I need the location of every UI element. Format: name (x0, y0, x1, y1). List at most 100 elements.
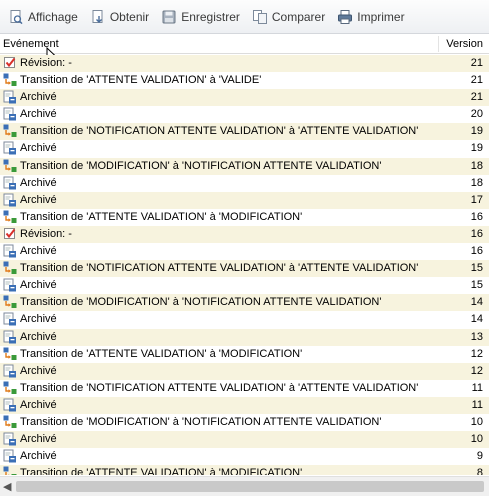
workflow-transition-icon (3, 210, 17, 224)
scroll-left-arrow-icon[interactable]: ◀ (3, 480, 11, 493)
event-text: Transition de 'MODIFICATION' à 'NOTIFICA… (20, 159, 382, 172)
archive-document-icon (3, 312, 17, 326)
version-number: 14 (470, 313, 483, 326)
revision-check-icon (3, 56, 17, 70)
list-row[interactable]: Transition de 'NOTIFICATION ATTENTE VALI… (0, 260, 489, 278)
version-number: 19 (470, 125, 483, 138)
list-row[interactable]: Transition de 'MODIFICATION' à 'NOTIFICA… (0, 294, 489, 312)
version-number: 16 (470, 227, 483, 240)
event-text: Archivé (20, 245, 57, 258)
list-row[interactable]: Archivé 19 (0, 140, 489, 157)
version-number: 18 (470, 176, 483, 189)
list-row[interactable]: Transition de 'ATTENTE VALIDATION' à 'MO… (0, 346, 489, 363)
archive-document-icon (3, 398, 17, 412)
list-row[interactable]: Archivé 9 (0, 448, 489, 465)
archive-document-icon (3, 244, 17, 258)
version-number: 21 (470, 57, 483, 69)
workflow-transition-icon (3, 159, 17, 173)
event-text: Transition de 'ATTENTE VALIDATION' à 'VA… (20, 74, 262, 87)
version-number: 11 (471, 398, 483, 411)
version-number: 15 (470, 262, 483, 275)
column-divider[interactable] (438, 36, 439, 52)
event-text: Archivé (20, 364, 57, 377)
archive-document-icon (3, 141, 17, 155)
list-row[interactable]: Archivé 12 (0, 362, 489, 380)
list-row[interactable]: Transition de 'ATTENTE VALIDATION' à 'MO… (0, 209, 489, 226)
toolbar: Affichage Obtenir Enregistrer Comparer I… (0, 0, 489, 34)
event-text: Transition de 'MODIFICATION' à 'NOTIFICA… (20, 415, 382, 428)
version-number: 16 (470, 210, 483, 223)
version-number: 17 (470, 193, 483, 206)
event-text: Transition de 'NOTIFICATION ATTENTE VALI… (20, 381, 419, 394)
workflow-transition-icon (3, 295, 17, 309)
view-button[interactable]: Affichage (6, 6, 84, 28)
print-button[interactable]: Imprimer (335, 6, 410, 28)
version-number: 20 (470, 108, 483, 121)
list-row[interactable]: Transition de 'ATTENTE VALIDATION' à 'VA… (0, 72, 489, 89)
version-number: 10 (470, 433, 483, 446)
get-button-label: Obtenir (109, 9, 150, 24)
list-row[interactable]: Archivé 16 (0, 243, 489, 260)
archive-document-icon (3, 193, 17, 207)
save-button-label: Enregistrer (181, 9, 240, 24)
view-page-icon (8, 9, 24, 25)
version-number: 10 (470, 415, 483, 428)
list-row[interactable]: Archivé 14 (0, 311, 489, 328)
list-row[interactable]: Transition de 'MODIFICATION' à 'NOTIFICA… (0, 157, 489, 175)
event-text: Archivé (20, 398, 57, 411)
event-text: Transition de 'ATTENTE VALIDATION' à 'MO… (20, 210, 303, 223)
compare-button[interactable]: Comparer (250, 6, 331, 28)
compare-button-label: Comparer (271, 9, 326, 24)
event-text: Archivé (20, 279, 57, 292)
list-row[interactable]: Révision: - 16 (0, 225, 489, 244)
event-text: Archivé (20, 433, 57, 446)
version-number: 21 (470, 74, 483, 87)
version-number: 11 (471, 381, 483, 394)
event-text: Archivé (20, 330, 57, 343)
version-number: 14 (470, 296, 483, 309)
event-text: Transition de 'MODIFICATION' à 'NOTIFICA… (20, 296, 382, 309)
get-button[interactable]: Obtenir (88, 6, 155, 28)
event-text: Révision: - (20, 227, 72, 240)
archive-document-icon (3, 107, 17, 121)
list-row[interactable]: Transition de 'NOTIFICATION ATTENTE VALI… (0, 380, 489, 397)
event-text: Archivé (20, 193, 57, 206)
version-number: 13 (470, 330, 483, 343)
list-row[interactable]: Archivé 20 (0, 106, 489, 123)
horizontal-scrollbar[interactable]: ◀ (0, 476, 489, 496)
list-row[interactable]: Archivé 10 (0, 431, 489, 449)
list-row[interactable]: Transition de 'MODIFICATION' à 'NOTIFICA… (0, 414, 489, 431)
scrollbar-thumb[interactable] (16, 481, 484, 492)
list-row[interactable]: Archivé 21 (0, 89, 489, 107)
list-row[interactable]: Transition de 'NOTIFICATION ATTENTE VALI… (0, 123, 489, 141)
version-number: 19 (470, 142, 483, 155)
save-button[interactable]: Enregistrer (159, 6, 246, 28)
list-row[interactable]: Transition de 'ATTENTE VALIDATION' à 'MO… (0, 465, 489, 475)
version-number: 16 (470, 245, 483, 258)
list-row[interactable]: Révision: - 21 (0, 55, 489, 73)
get-document-icon (90, 9, 106, 25)
workflow-transition-icon (3, 261, 17, 275)
event-text: Archivé (20, 313, 57, 326)
event-text: Archivé (20, 450, 57, 463)
event-list: Révision: - 21 Transition de 'ATTENTE VALI… (0, 55, 489, 475)
list-row[interactable]: Archivé 13 (0, 328, 489, 346)
list-row[interactable]: Archivé 18 (0, 175, 489, 192)
printer-icon (337, 9, 353, 25)
column-header-version[interactable]: Version (446, 38, 483, 50)
workflow-transition-icon (3, 347, 17, 361)
list-row[interactable]: Archivé 15 (0, 277, 489, 294)
archive-document-icon (3, 278, 17, 292)
event-text: Révision: - (20, 57, 72, 69)
list-row[interactable]: Archivé 17 (0, 191, 489, 209)
list-row[interactable]: Archivé 11 (0, 396, 489, 414)
save-disk-icon (161, 9, 177, 25)
workflow-transition-icon (3, 381, 17, 395)
event-text: Transition de 'NOTIFICATION ATTENTE VALI… (20, 262, 419, 275)
list-header: Evénement Version (0, 34, 489, 54)
version-number: 12 (470, 364, 483, 377)
compare-documents-icon (252, 9, 268, 25)
workflow-transition-icon (3, 466, 17, 475)
version-number: 12 (470, 347, 483, 360)
version-number: 21 (470, 91, 483, 104)
